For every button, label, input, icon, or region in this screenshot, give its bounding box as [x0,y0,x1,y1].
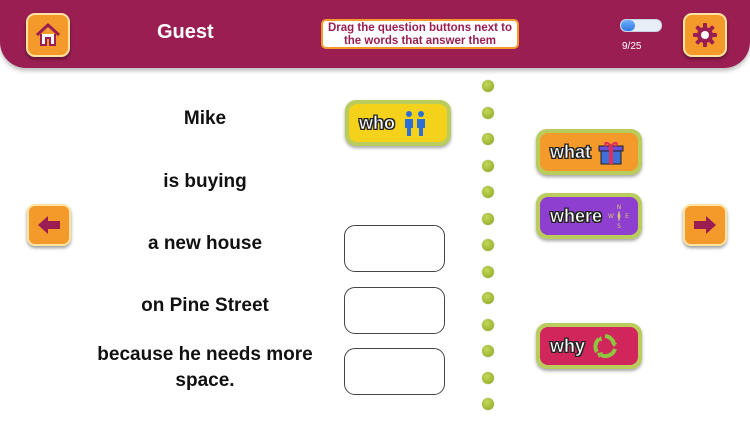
why-label: why [550,335,586,356]
people-icon [405,111,425,136]
divider-dot [482,186,494,198]
arrow-right-icon [694,216,716,234]
phrase-what-object: a new house [147,233,263,254]
divider-dot [482,212,494,225]
recycle-icon [593,334,618,359]
divider-dot [482,371,494,384]
divider-dot [482,80,494,92]
divider-dot [482,106,494,119]
divider-dot [482,133,494,145]
where-label: where [550,205,603,226]
instruction-box: Drag the question buttons next to the wo… [321,19,519,49]
header-bar: Guest Drag the question buttons next to … [0,0,750,68]
compass-icon: N S W E [608,204,629,229]
who-button[interactable]: who [345,100,451,146]
what-button[interactable]: what [536,129,642,175]
user-name: Guest [157,21,214,43]
svg-text:S: S [617,223,621,229]
where-button[interactable]: where N S W E [536,193,642,239]
divider-dot [482,345,494,357]
drop-box[interactable] [344,348,445,395]
divider-dot [482,292,494,304]
previous-button[interactable] [27,204,71,246]
phrase-who: Mike [183,108,227,129]
phrase-why: because he needs more space. [97,344,313,391]
what-label: what [550,141,592,162]
phrase-what: is buying [163,171,247,192]
why-button[interactable]: why [536,323,642,369]
home-button[interactable] [26,13,70,57]
settings-button[interactable] [683,13,727,57]
gift-icon [598,141,624,165]
divider-dot [482,265,494,278]
svg-text:W: W [608,213,614,220]
progress-bar [620,19,662,32]
divider-dot [482,159,494,172]
divider-dot [482,239,494,251]
next-button[interactable] [683,204,727,246]
who-label: who [359,112,396,133]
svg-text:E: E [625,213,629,220]
arrow-left-icon [38,216,60,234]
phrase-where: on Pine Street [141,295,269,316]
progress-fill [621,20,636,31]
drop-box[interactable] [344,225,445,272]
progress-text: 9/25 [622,41,642,52]
divider-dot [482,318,494,331]
divider-dot [482,398,494,410]
home-icon [35,23,61,46]
svg-text:N: N [617,204,622,211]
drop-box[interactable] [344,287,445,334]
gear-icon [693,23,717,47]
